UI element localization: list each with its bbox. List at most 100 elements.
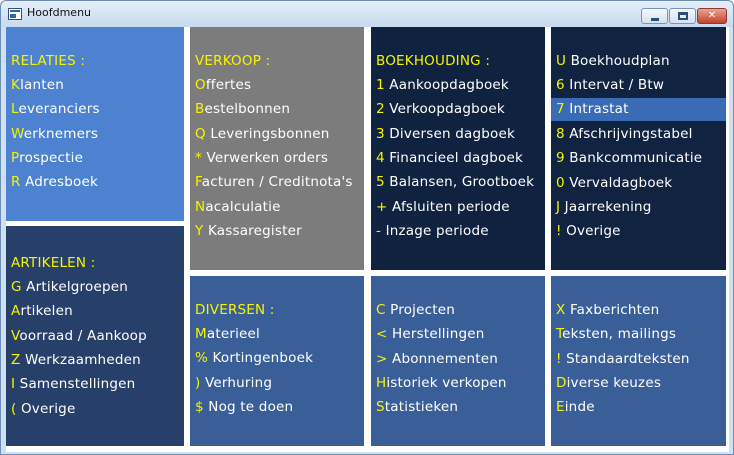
menu-item-relaties[interactable]: R Adresboek (11, 174, 98, 190)
menu-item-projecten[interactable]: Historiek verkopen (376, 375, 507, 391)
menu-item-label: Afschrijvingstabel (564, 125, 693, 142)
menu-item-diversen[interactable]: ) Verhuring (195, 375, 272, 391)
menu-item-projecten[interactable]: > Abonnementen (376, 351, 498, 367)
menu-item-boekhoud2[interactable]: 6 Intervat / Btw (556, 77, 664, 93)
panel-heading-artikelen: ARTIKELEN : (11, 255, 96, 271)
menu-item-label: Jaarrekening (560, 198, 652, 215)
menu-item-relaties[interactable]: Klanten (11, 77, 64, 93)
menu-item-verkoop[interactable]: * Verwerken orders (195, 150, 328, 166)
menu-item-verkoop[interactable]: Bestelbonnen (195, 101, 290, 117)
menu-item-overig[interactable]: X Faxberichten (556, 302, 659, 318)
hotkey-label: $ (195, 398, 204, 415)
hotkey-label: + (376, 198, 388, 215)
title-bar[interactable]: Hoofdmenu ✕ (1, 1, 733, 27)
panel-overig: X Faxberichten Teksten, mailings ! Standaa… (551, 276, 726, 446)
menu-item-boekhoud2[interactable]: U Boekhoudplan (556, 53, 670, 69)
app-icon (8, 8, 22, 20)
menu-item-label: Adresboek (20, 174, 98, 191)
menu-item-label: Vervaldagboek (564, 174, 673, 191)
menu-item-boekhoud2[interactable]: ! Overige (556, 223, 621, 239)
menu-item-label: Aankoopdagboek (384, 77, 509, 93)
menu-item-overig[interactable]: Einde (556, 399, 595, 415)
menu-item-boekhoud2[interactable]: 7 Intrastat (551, 97, 726, 121)
menu-item-label: Artikelgroepen (21, 279, 129, 295)
menu-item-boekhouding[interactable]: 2 Verkoopdagboek (376, 101, 505, 117)
menu-item-diversen[interactable]: Materieel (195, 326, 260, 342)
menu-item-label: eksten, mailings (562, 326, 677, 343)
menu-item-label: Projecten (385, 302, 455, 318)
menu-item-label: Afsluiten periode (387, 198, 510, 215)
hotkey-label: 7 (556, 100, 565, 117)
maximize-button[interactable] (669, 8, 696, 24)
menu-item-verkoop[interactable]: Offertes (195, 77, 251, 93)
menu-item-boekhoud2[interactable]: 0 Vervaldagboek (556, 175, 672, 191)
menu-item-overig[interactable]: ! Standaardteksten (556, 351, 690, 367)
menu-item-boekhouding[interactable]: 4 Financieel dagboek (376, 150, 523, 166)
menu-item-boekhouding[interactable]: 1 Aankoopdagboek (376, 77, 509, 93)
menu-item-projecten[interactable]: < Herstellingen (376, 326, 485, 342)
menu-item-verkoop[interactable]: Facturen / Creditnota's (195, 174, 353, 190)
menu-item-label: inde (564, 399, 595, 416)
hotkey-label: * (195, 149, 202, 166)
menu-item-label: Inzage periode (381, 222, 489, 239)
menu-item-projecten[interactable]: Statistieken (376, 399, 458, 415)
menu-item-verkoop[interactable]: Nacalculatie (195, 199, 281, 215)
close-button[interactable]: ✕ (697, 8, 727, 24)
maximize-icon (678, 12, 688, 20)
hotkey-label: W (11, 125, 24, 142)
menu-item-label: Kassaregister (203, 222, 302, 239)
panel-heading-diversen: DIVERSEN : (195, 302, 275, 318)
menu-item-label: Verhuring (200, 374, 273, 391)
menu-item-overig[interactable]: Diverse keuzes (556, 375, 661, 391)
menu-item-boekhoud2[interactable]: J Jaarrekening (556, 199, 652, 215)
panel-verkoop: VERKOOP : Offertes Bestelbonnen Q Leverings… (190, 27, 364, 270)
menu-item-overig[interactable]: Teksten, mailings (556, 326, 676, 342)
menu-item-artikelen[interactable]: ( Overige (11, 401, 75, 417)
menu-item-label: Kortingenboek (208, 350, 314, 367)
panel-diversen: DIVERSEN : Materieel% Kortingenboek) Verh… (190, 276, 364, 446)
hotkey-label: D (556, 374, 567, 391)
hotkey-label: < (376, 326, 388, 343)
menu-item-diversen[interactable]: $ Nog te doen (195, 399, 293, 415)
menu-item-label: Faxberichten (565, 302, 660, 318)
hotkey-label: Q (195, 125, 206, 142)
hotkey-label: F (195, 174, 202, 191)
menu-item-boekhoud2[interactable]: 9 Bankcommunicatie (556, 150, 702, 166)
menu-item-label: Intervat / Btw (564, 77, 665, 94)
panel-relaties: RELATIES : Klanten Leveranciers Werknemers P… (6, 27, 184, 221)
hotkey-label: C (376, 302, 386, 318)
menu-item-relaties[interactable]: Leveranciers (11, 101, 100, 117)
menu-item-artikelen[interactable]: I Samenstellingen (11, 376, 135, 392)
hotkey-label: S (376, 399, 385, 416)
menu-item-boekhouding[interactable]: - Inzage periode (376, 223, 489, 239)
hotkey-label: % (195, 350, 209, 367)
menu-grid: RELATIES : Klanten Leveranciers Werknemers P… (6, 27, 729, 452)
menu-item-label: Overige (561, 223, 621, 240)
minimize-icon (651, 18, 659, 21)
menu-item-projecten[interactable]: C Projecten (376, 302, 455, 318)
menu-item-boekhoud2[interactable]: 8 Afschrijvingstabel (556, 126, 693, 142)
panel-heading-verkoop: VERKOOP : (195, 53, 271, 69)
menu-item-label: iverse keuzes (566, 374, 662, 391)
menu-item-relaties[interactable]: Werknemers (11, 126, 98, 142)
menu-item-verkoop[interactable]: Y Kassaregister (195, 223, 302, 239)
minimize-button[interactable] (641, 8, 668, 24)
hotkey-label: 1 (376, 77, 385, 93)
menu-item-boekhouding[interactable]: 5 Balansen, Grootboek (376, 174, 534, 190)
menu-item-boekhouding[interactable]: + Afsluiten periode (376, 199, 510, 215)
menu-item-label: Financieel dagboek (384, 149, 523, 166)
menu-item-artikelen[interactable]: Artikelen (11, 303, 73, 319)
close-icon: ✕ (707, 10, 717, 21)
menu-item-artikelen[interactable]: Voorraad / Aankoop (11, 328, 147, 344)
menu-item-label: acalculatie (205, 198, 281, 215)
menu-item-boekhouding[interactable]: 3 Diversen dagboek (376, 126, 515, 142)
menu-item-artikelen[interactable]: Z Werkzaamheden (11, 352, 141, 368)
menu-item-relaties[interactable]: Prospectie (11, 150, 83, 166)
menu-item-artikelen[interactable]: G Artikelgroepen (11, 279, 128, 295)
menu-item-diversen[interactable]: % Kortingenboek (195, 350, 313, 366)
menu-item-label: Balansen, Grootboek (384, 174, 535, 191)
hotkey-label: 4 (376, 149, 385, 166)
hotkey-label: 8 (556, 125, 565, 142)
menu-item-verkoop[interactable]: Q Leveringsbonnen (195, 126, 329, 142)
hotkey-label: K (11, 77, 21, 93)
